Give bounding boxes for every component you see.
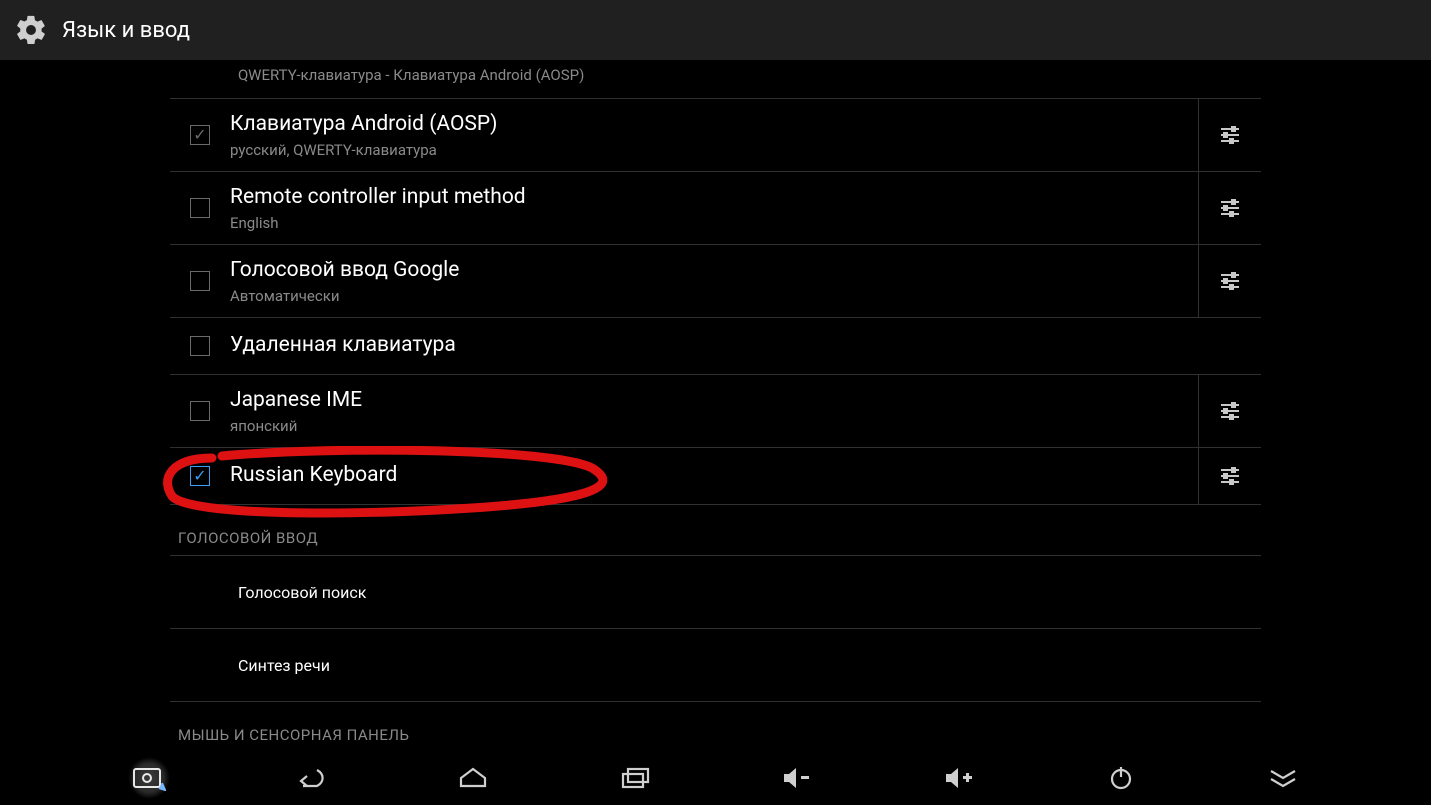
ime-row-aosp[interactable]: Клавиатура Android (AOSP) русский, QWERT…	[170, 99, 1261, 172]
nav-volume-up-button[interactable]	[933, 752, 985, 804]
sliders-icon	[1218, 269, 1242, 293]
ime-title: Remote controller input method	[230, 184, 1198, 211]
page-title: Язык и ввод	[62, 18, 190, 43]
ime-checkbox[interactable]	[190, 466, 210, 486]
ime-title: Удаленная клавиатура	[230, 332, 1261, 359]
ime-checkbox[interactable]	[190, 198, 210, 218]
nav-power-button[interactable]	[1095, 752, 1147, 804]
sliders-icon	[1218, 123, 1242, 147]
sliders-icon	[1218, 399, 1242, 423]
ime-subtitle: японский	[230, 417, 1198, 435]
default-keyboard-row[interactable]: QWERTY-клавиатура - Клавиатура Android (…	[170, 66, 1261, 99]
settings-content: QWERTY-клавиатура - Клавиатура Android (…	[0, 60, 1431, 750]
system-navbar	[0, 750, 1431, 805]
voice-search-title: Голосовой поиск	[238, 583, 1261, 602]
nav-volume-down-button[interactable]	[771, 752, 823, 804]
nav-recent-button[interactable]	[609, 752, 661, 804]
ime-settings-button[interactable]	[1198, 448, 1261, 504]
default-keyboard-subtitle: QWERTY-клавиатура - Клавиатура Android (…	[238, 66, 1261, 84]
tts-title: Синтез речи	[238, 656, 1261, 675]
ime-title: Клавиатура Android (AOSP)	[230, 111, 1198, 138]
ime-row-google[interactable]: Голосовой ввод Google Автоматически	[170, 245, 1261, 318]
ime-row-jp[interactable]: Japanese IME японский	[170, 375, 1261, 448]
ime-row-ru[interactable]: Russian Keyboard	[170, 448, 1261, 505]
ime-checkbox[interactable]	[190, 125, 210, 145]
tts-row[interactable]: Синтез речи	[170, 629, 1261, 702]
ime-subtitle: русский, QWERTY-клавиатура	[230, 141, 1198, 159]
nav-screenshot-button[interactable]	[123, 752, 175, 804]
ime-title: Голосовой ввод Google	[230, 257, 1198, 284]
ime-title: Russian Keyboard	[230, 462, 1198, 489]
sliders-icon	[1218, 196, 1242, 220]
sliders-icon	[1218, 464, 1242, 488]
ime-subtitle: Автоматически	[230, 287, 1198, 305]
ime-settings-button[interactable]	[1198, 99, 1261, 171]
ime-settings-button[interactable]	[1198, 172, 1261, 244]
settings-gear-icon	[14, 13, 48, 47]
ime-checkbox[interactable]	[190, 401, 210, 421]
ime-checkbox[interactable]	[190, 271, 210, 291]
ime-title: Japanese IME	[230, 387, 1198, 414]
section-mouse-touchpad: МЫШЬ И СЕНСОРНАЯ ПАНЕЛЬ	[170, 702, 1261, 744]
voice-search-row[interactable]: Голосовой поиск	[170, 556, 1261, 629]
ime-row-deleted[interactable]: Удаленная клавиатура	[170, 318, 1261, 375]
titlebar: Язык и ввод	[0, 0, 1431, 61]
nav-back-button[interactable]	[285, 752, 337, 804]
ime-subtitle: English	[230, 214, 1198, 232]
ime-settings-button[interactable]	[1198, 245, 1261, 317]
section-voice-input: ГОЛОСОВОЙ ВВОД	[170, 505, 1261, 556]
ime-checkbox[interactable]	[190, 336, 210, 356]
ime-settings-button[interactable]	[1198, 375, 1261, 447]
ime-row-remote[interactable]: Remote controller input method English	[170, 172, 1261, 245]
nav-home-button[interactable]	[447, 752, 499, 804]
nav-expand-button[interactable]	[1257, 752, 1309, 804]
